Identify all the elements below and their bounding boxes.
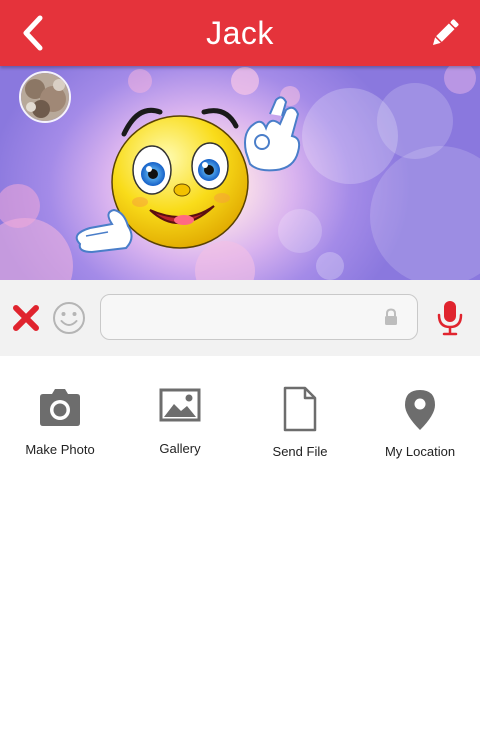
cancel-button[interactable] xyxy=(10,302,42,334)
image-icon xyxy=(159,388,201,422)
edit-button[interactable] xyxy=(426,14,464,52)
smiley-icon xyxy=(53,302,85,334)
app-header: Jack xyxy=(0,0,480,66)
voice-record-button[interactable] xyxy=(436,300,464,336)
pencil-icon xyxy=(432,19,459,46)
emoji-button[interactable] xyxy=(51,300,87,336)
make-photo-icon-wrap xyxy=(0,384,120,432)
camera-icon xyxy=(40,389,80,426)
microphone-icon xyxy=(437,301,463,336)
location-pin-icon xyxy=(405,390,435,430)
message-input[interactable] xyxy=(113,295,377,341)
my-location-button[interactable]: My Location xyxy=(360,384,480,474)
winking-emoji-sticker xyxy=(75,96,301,254)
lock-icon xyxy=(385,308,397,325)
gallery-button[interactable]: Gallery xyxy=(120,384,240,474)
close-x-icon xyxy=(13,305,39,331)
message-input-box xyxy=(100,294,418,341)
my-location-label: My Location xyxy=(384,444,456,459)
sticker-banner xyxy=(0,66,480,280)
chat-title: Jack xyxy=(206,15,274,51)
send-file-label: Send File xyxy=(272,444,328,459)
send-file-icon-wrap xyxy=(240,384,360,432)
make-photo-label: Make Photo xyxy=(25,442,95,457)
file-icon xyxy=(283,386,317,432)
send-file-button[interactable]: Send File xyxy=(240,384,360,474)
gallery-icon-wrap xyxy=(120,384,240,432)
gallery-label: Gallery xyxy=(159,441,201,456)
my-location-icon-wrap xyxy=(360,384,480,432)
make-photo-button[interactable]: Make Photo xyxy=(0,384,120,474)
